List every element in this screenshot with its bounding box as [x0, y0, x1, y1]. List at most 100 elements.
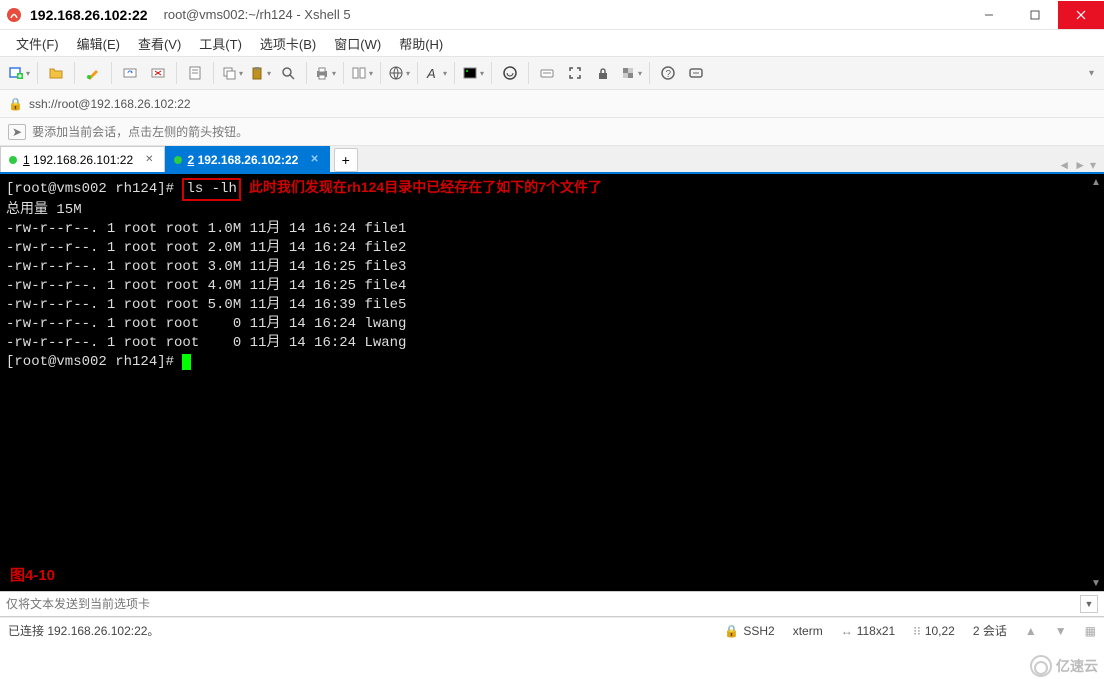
separator	[491, 62, 492, 84]
status-connection: 已连接 192.168.26.102:22。	[8, 622, 706, 639]
open-button[interactable]	[43, 60, 69, 86]
tab-menu-caret[interactable]: ▾	[1090, 158, 1096, 172]
status-up-icon[interactable]: ▲	[1025, 624, 1037, 638]
encoding-button[interactable]: ▾	[386, 60, 412, 86]
session-tab-1[interactable]: 1 192.168.26.101:22 ✕	[0, 146, 165, 172]
file-row: -rw-r--r--. 1 root root 4.0M 11月 14 16:2…	[6, 277, 1098, 296]
help-button[interactable]: ?	[655, 60, 681, 86]
terminal-scrollbar[interactable]: ▲ ▼	[1088, 174, 1104, 591]
layout-button[interactable]: ▾	[349, 60, 375, 86]
lock-button[interactable]	[590, 60, 616, 86]
menu-view[interactable]: 查看(V)	[132, 31, 187, 56]
terminal-output[interactable]: [root@vms002 rh124]# ls -lh此时我们发现在rh124目…	[0, 174, 1104, 591]
highlighted-command: ls -lh	[182, 178, 240, 201]
tab-label: 192.168.26.101:22	[33, 153, 133, 167]
hint-bar: ➤ 要添加当前会话，点击左侧的箭头按钮。	[0, 118, 1104, 146]
color-scheme-button[interactable]: ▾	[460, 60, 486, 86]
shell-prompt: [root@vms002 rh124]#	[6, 181, 174, 197]
new-session-button[interactable]: ▾	[6, 60, 32, 86]
tab-number: 2	[188, 153, 195, 167]
search-button[interactable]	[275, 60, 301, 86]
file-row: -rw-r--r--. 1 root root 0 11月 14 16:24 L…	[6, 334, 1098, 353]
color-tool-button[interactable]	[80, 60, 106, 86]
compose-target-dropdown[interactable]: ▼	[1080, 595, 1098, 613]
compose-bar: ▼	[0, 591, 1104, 617]
status-down-icon[interactable]: ▼	[1055, 624, 1067, 638]
print-button[interactable]: ▾	[312, 60, 338, 86]
menu-window[interactable]: 窗口(W)	[328, 31, 387, 56]
menu-tools[interactable]: 工具(T)	[193, 31, 248, 56]
hint-add-icon[interactable]: ➤	[8, 124, 26, 140]
minimize-button[interactable]	[966, 1, 1012, 29]
status-termtype: xterm	[793, 624, 823, 638]
separator	[649, 62, 650, 84]
scroll-up-icon[interactable]: ▲	[1088, 174, 1104, 190]
total-line: 总用量 15M	[6, 201, 1098, 220]
file-row: -rw-r--r--. 1 root root 2.0M 11月 14 16:2…	[6, 239, 1098, 258]
compose-input[interactable]	[6, 597, 1080, 611]
status-bar: 已连接 192.168.26.102:22。 🔒SSH2 xterm ↔118x…	[0, 617, 1104, 643]
title-text: root@vms002:~/rh124 - Xshell 5	[164, 7, 351, 22]
address-url[interactable]: ssh://root@192.168.26.102:22	[29, 97, 191, 111]
toolbar-overflow[interactable]: ▾	[1089, 68, 1098, 79]
watermark-logo-icon	[1030, 655, 1052, 677]
maximize-button[interactable]	[1012, 1, 1058, 29]
file-row: -rw-r--r--. 1 root root 0 11月 14 16:24 l…	[6, 315, 1098, 334]
transparency-button[interactable]: ▾	[618, 60, 644, 86]
separator	[454, 62, 455, 84]
menu-bar: 文件(F) 编辑(E) 查看(V) 工具(T) 选项卡(B) 窗口(W) 帮助(…	[0, 30, 1104, 56]
disconnect-button[interactable]	[145, 60, 171, 86]
paste-button[interactable]: ▾	[247, 60, 273, 86]
compose-bar-button[interactable]	[683, 60, 709, 86]
toolbar: ▾ ▾ ▾ ▾ ▾ ▾ A▾ ▾ ▾ ? ▾	[0, 56, 1104, 90]
keymap-button[interactable]	[534, 60, 560, 86]
add-tab-button[interactable]: +	[334, 148, 358, 172]
separator	[111, 62, 112, 84]
copy-button[interactable]: ▾	[219, 60, 245, 86]
properties-button[interactable]	[182, 60, 208, 86]
svg-text:A: A	[426, 66, 436, 81]
tab-number: 1	[23, 153, 30, 167]
close-button[interactable]	[1058, 1, 1104, 29]
separator	[213, 62, 214, 84]
session-tab-2[interactable]: 2 192.168.26.102:22 ✕	[165, 146, 330, 172]
fullscreen-button[interactable]	[562, 60, 588, 86]
status-grid-icon[interactable]: ▦	[1085, 624, 1096, 638]
lock-small-icon: 🔒	[724, 624, 739, 638]
status-sessions: 2 会话	[973, 622, 1007, 639]
title-bar: 192.168.26.102:22 root@vms002:~/rh124 - …	[0, 0, 1104, 30]
menu-edit[interactable]: 编辑(E)	[71, 31, 126, 56]
separator	[417, 62, 418, 84]
app-icon	[6, 7, 22, 23]
tab-close-icon[interactable]: ✕	[145, 154, 153, 165]
separator	[37, 62, 38, 84]
menu-help[interactable]: 帮助(H)	[393, 31, 449, 56]
file-row: -rw-r--r--. 1 root root 3.0M 11月 14 16:2…	[6, 258, 1098, 277]
cursor-pos-icon: ⁝⁝	[913, 624, 921, 638]
tab-prev-icon[interactable]: ◄	[1058, 158, 1070, 172]
separator	[176, 62, 177, 84]
lock-icon: 🔒	[8, 97, 23, 111]
svg-text:?: ?	[666, 69, 672, 80]
scroll-down-icon[interactable]: ▼	[1088, 575, 1104, 591]
separator	[343, 62, 344, 84]
font-button[interactable]: A▾	[423, 60, 449, 86]
file-row: -rw-r--r--. 1 root root 5.0M 11月 14 16:3…	[6, 296, 1098, 315]
separator	[528, 62, 529, 84]
menu-tabs[interactable]: 选项卡(B)	[254, 31, 322, 56]
menu-file[interactable]: 文件(F)	[10, 31, 65, 56]
address-bar: 🔒 ssh://root@192.168.26.102:22	[0, 90, 1104, 118]
tab-close-icon[interactable]: ✕	[310, 154, 318, 165]
terminal-area[interactable]: [root@vms002 rh124]# ls -lh此时我们发现在rh124目…	[0, 174, 1104, 591]
reconnect-button[interactable]	[117, 60, 143, 86]
status-protocol: 🔒SSH2	[724, 624, 774, 638]
cursor-icon	[182, 354, 191, 370]
status-size: ↔118x21	[841, 624, 895, 638]
xagent-button[interactable]	[497, 60, 523, 86]
status-dot-icon	[174, 156, 182, 164]
tab-next-icon[interactable]: ►	[1074, 158, 1086, 172]
window-controls	[966, 1, 1104, 29]
watermark-text: 亿速云	[1056, 656, 1098, 676]
file-row: -rw-r--r--. 1 root root 1.0M 11月 14 16:2…	[6, 220, 1098, 239]
title-ip: 192.168.26.102:22	[30, 7, 148, 23]
